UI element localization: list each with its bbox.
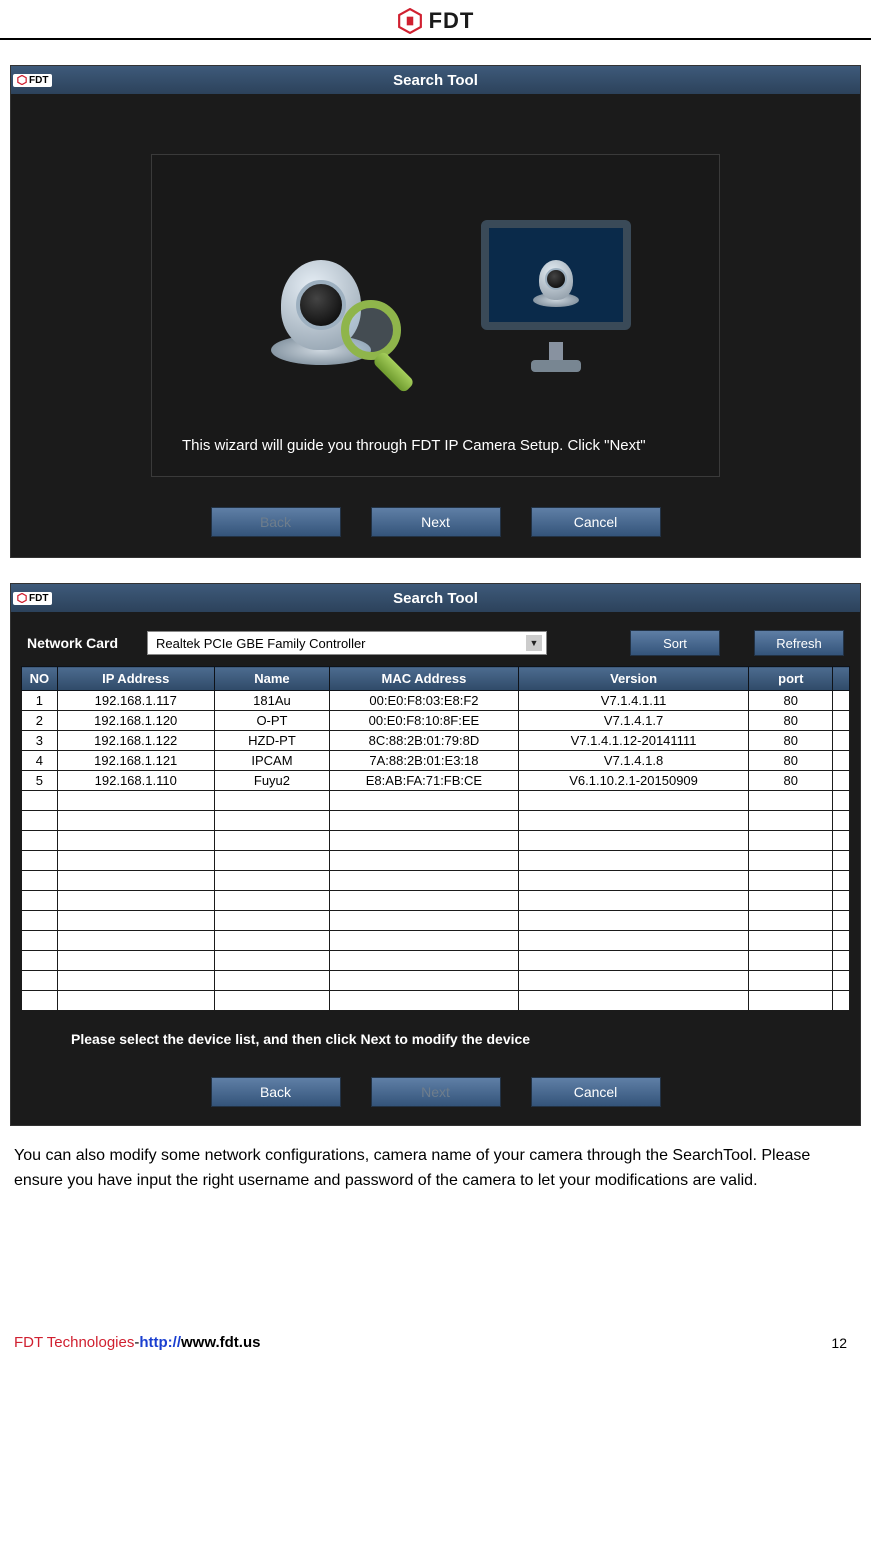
cell-port: 80: [749, 751, 833, 771]
cell-ip: 192.168.1.121: [57, 751, 214, 771]
col-scroll: [833, 667, 850, 691]
network-card-select[interactable]: Realtek PCIe GBE Family Controller ▼: [147, 631, 547, 655]
cell-no: 5: [22, 771, 58, 791]
cell-mac: 00:E0:F8:03:E8:F2: [330, 691, 519, 711]
cell-no: 2: [22, 711, 58, 731]
cell-mac: 00:E0:F8:10:8F:EE: [330, 711, 519, 731]
dropdown-caret-icon: ▼: [526, 635, 542, 651]
page-header: FDT: [0, 0, 871, 40]
window-title: Search Tool: [393, 72, 478, 89]
cell-scroll: [833, 731, 850, 751]
cell-scroll: [833, 771, 850, 791]
cancel-button[interactable]: Cancel: [531, 507, 661, 537]
table-row[interactable]: 4192.168.1.121IPCAM7A:88:2B:01:E3:18V7.1…: [22, 751, 850, 771]
table-row[interactable]: 1192.168.1.117181Au00:E0:F8:03:E8:F2V7.1…: [22, 691, 850, 711]
cell-version: V7.1.4.1.12-20141111: [518, 731, 749, 751]
network-card-label: Network Card: [27, 635, 137, 651]
cell-ip: 192.168.1.117: [57, 691, 214, 711]
footer-url-host: www.fdt.us: [181, 1334, 260, 1351]
table-header-row: NO IP Address Name MAC Address Version p…: [22, 667, 850, 691]
device-table: NO IP Address Name MAC Address Version p…: [21, 666, 850, 1011]
table-row-empty: [22, 831, 850, 851]
col-ip[interactable]: IP Address: [57, 667, 214, 691]
cell-no: 3: [22, 731, 58, 751]
sort-button[interactable]: Sort: [630, 630, 720, 656]
cell-name: 181Au: [214, 691, 329, 711]
cell-scroll: [833, 691, 850, 711]
wizard-screenshot-1: FDT Search Tool This wizard will guide y…: [10, 65, 861, 558]
cell-scroll: [833, 751, 850, 771]
cell-mac: 8C:88:2B:01:79:8D: [330, 731, 519, 751]
cell-ip: 192.168.1.122: [57, 731, 214, 751]
cell-ip: 192.168.1.120: [57, 711, 214, 731]
back-button[interactable]: Back: [211, 507, 341, 537]
wizard-screenshot-2: FDT Search Tool Network Card Realtek PCI…: [10, 583, 861, 1126]
monitor-icon: [471, 210, 641, 380]
table-row-empty: [22, 931, 850, 951]
table-row[interactable]: 2192.168.1.120O-PT00:E0:F8:10:8F:EEV7.1.…: [22, 711, 850, 731]
table-row-empty: [22, 871, 850, 891]
cell-name: HZD-PT: [214, 731, 329, 751]
wizard-image-row: [182, 185, 689, 405]
body-paragraph: You can also modify some network configu…: [14, 1144, 857, 1194]
back-button[interactable]: Back: [211, 1077, 341, 1107]
cell-no: 4: [22, 751, 58, 771]
fdt-logo: FDT: [397, 8, 475, 34]
cell-mac: E8:AB:FA:71:FB:CE: [330, 771, 519, 791]
cell-port: 80: [749, 711, 833, 731]
titlebar-logo: FDT: [13, 592, 52, 605]
table-row-empty: [22, 971, 850, 991]
titlebar-brand: FDT: [29, 593, 48, 604]
table-row-empty: [22, 891, 850, 911]
table-row[interactable]: 3192.168.1.122HZD-PT8C:88:2B:01:79:8DV7.…: [22, 731, 850, 751]
footer-url-scheme: http://: [139, 1334, 181, 1351]
titlebar-brand: FDT: [29, 75, 48, 86]
titlebar: FDT Search Tool: [11, 66, 860, 94]
page-number: 12: [831, 1335, 847, 1351]
fdt-logo-text: FDT: [429, 8, 475, 34]
next-button[interactable]: Next: [371, 1077, 501, 1107]
cell-version: V6.1.10.2.1-20150909: [518, 771, 749, 791]
window-title: Search Tool: [393, 590, 478, 607]
camera-search-icon: [231, 215, 411, 375]
cell-port: 80: [749, 731, 833, 751]
table-row-empty: [22, 851, 850, 871]
wizard-message: This wizard will guide you through FDT I…: [182, 435, 689, 456]
footer-company: FDT Technologies: [14, 1334, 134, 1351]
col-name[interactable]: Name: [214, 667, 329, 691]
titlebar: FDT Search Tool: [11, 584, 860, 612]
cell-scroll: [833, 711, 850, 731]
col-port[interactable]: port: [749, 667, 833, 691]
cell-version: V7.1.4.1.7: [518, 711, 749, 731]
col-no[interactable]: NO: [22, 667, 58, 691]
cancel-button[interactable]: Cancel: [531, 1077, 661, 1107]
table-row-empty: [22, 811, 850, 831]
table-row-empty: [22, 911, 850, 931]
network-card-value: Realtek PCIe GBE Family Controller: [156, 636, 366, 651]
table-row[interactable]: 5192.168.1.110Fuyu2E8:AB:FA:71:FB:CEV6.1…: [22, 771, 850, 791]
cell-no: 1: [22, 691, 58, 711]
cell-name: Fuyu2: [214, 771, 329, 791]
col-version[interactable]: Version: [518, 667, 749, 691]
col-mac[interactable]: MAC Address: [330, 667, 519, 691]
cell-name: O-PT: [214, 711, 329, 731]
table-row-empty: [22, 951, 850, 971]
cell-port: 80: [749, 771, 833, 791]
table-row-empty: [22, 991, 850, 1011]
page-footer: FDT Technologies-http://www.fdt.us 12: [0, 1334, 871, 1371]
titlebar-logo: FDT: [13, 74, 52, 87]
refresh-button[interactable]: Refresh: [754, 630, 844, 656]
cell-version: V7.1.4.1.8: [518, 751, 749, 771]
cell-version: V7.1.4.1.11: [518, 691, 749, 711]
cell-ip: 192.168.1.110: [57, 771, 214, 791]
fdt-logo-icon: [397, 8, 423, 34]
next-button[interactable]: Next: [371, 507, 501, 537]
instruction-text: Please select the device list, and then …: [71, 1031, 842, 1047]
cell-mac: 7A:88:2B:01:E3:18: [330, 751, 519, 771]
table-row-empty: [22, 791, 850, 811]
cell-name: IPCAM: [214, 751, 329, 771]
cell-port: 80: [749, 691, 833, 711]
